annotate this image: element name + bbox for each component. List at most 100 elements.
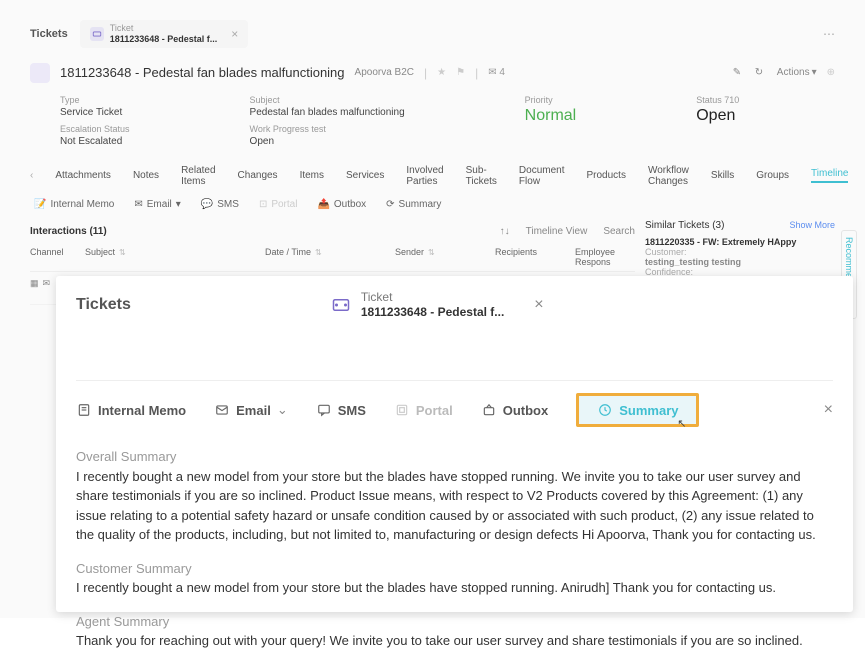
sms-icon bbox=[316, 402, 332, 418]
tab-items[interactable]: Items bbox=[300, 170, 324, 181]
tab-timeline[interactable]: Timeline bbox=[811, 168, 848, 183]
overlay-tab-label: Ticket bbox=[361, 290, 504, 305]
overlay-tickets-title[interactable]: Tickets bbox=[76, 296, 131, 314]
actions-dropdown[interactable]: Actions▾ bbox=[777, 67, 817, 78]
record-icon bbox=[30, 63, 50, 83]
tab-skills[interactable]: Skills bbox=[711, 170, 734, 181]
type-value: Service Ticket bbox=[60, 107, 130, 118]
priority-value: Normal bbox=[525, 107, 577, 125]
agent-summary-text: Thank you for reaching out with your que… bbox=[76, 631, 833, 651]
row-type-icon: ▦ bbox=[30, 278, 39, 298]
sms-btn-bg[interactable]: 💬 SMS bbox=[197, 197, 243, 212]
cursor-icon: ↖ bbox=[677, 417, 686, 430]
priority-label: Priority bbox=[525, 95, 577, 105]
tab-notes[interactable]: Notes bbox=[133, 170, 159, 181]
col-channel[interactable]: Channel bbox=[30, 247, 85, 267]
col-date[interactable]: Date / Time bbox=[265, 247, 395, 267]
portal-btn-bg[interactable]: ⊡ Portal bbox=[255, 197, 302, 212]
subject-label: Subject bbox=[250, 95, 405, 105]
record-title: 1811233648 - Pedestal fan blades malfunc… bbox=[60, 65, 345, 80]
outbox-icon bbox=[481, 402, 497, 418]
tabs-prev-icon[interactable]: ‹ bbox=[30, 170, 33, 181]
show-more-link[interactable]: Show More bbox=[789, 220, 835, 231]
ticket-icon bbox=[331, 297, 351, 313]
progress-value: Open bbox=[250, 136, 405, 147]
tab-services[interactable]: Services bbox=[346, 170, 384, 181]
memo-btn-bg[interactable]: 📝 Internal Memo bbox=[30, 197, 118, 212]
col-emp[interactable]: Employee Respons bbox=[575, 247, 635, 267]
email-btn-bg[interactable]: ✉ Email ▾ bbox=[130, 197, 184, 212]
close-icon[interactable]: × bbox=[824, 401, 833, 419]
outbox-btn-bg[interactable]: 📤 Outbox bbox=[313, 197, 370, 212]
status-value: Open bbox=[696, 107, 739, 125]
email-button[interactable]: Email ⌄ bbox=[214, 402, 288, 418]
star-icon[interactable]: ★ bbox=[437, 67, 446, 78]
ticket-icon bbox=[90, 27, 104, 41]
internal-memo-button[interactable]: Internal Memo bbox=[76, 402, 186, 418]
col-subject[interactable]: Subject bbox=[85, 247, 265, 267]
workspace-title[interactable]: Tickets bbox=[30, 28, 68, 40]
sort-toggle-icon[interactable]: ↑↓ bbox=[500, 226, 510, 237]
close-icon[interactable]: × bbox=[534, 296, 543, 314]
summary-btn-bg[interactable]: ⟳ Summary bbox=[382, 197, 445, 212]
info-panel: Type Service Ticket Escalation Status No… bbox=[30, 95, 835, 147]
overlay-tab[interactable]: Ticket 1811233648 - Pedestal f... bbox=[331, 290, 504, 320]
message-count: ✉ 4 bbox=[488, 67, 505, 78]
type-label: Type bbox=[60, 95, 130, 105]
table-header: Channel Subject Date / Time Sender Recip… bbox=[30, 243, 635, 272]
outbox-button[interactable]: Outbox bbox=[481, 402, 549, 418]
tab-involved[interactable]: Involved Parties bbox=[406, 165, 443, 187]
expand-icon[interactable]: ⊕ bbox=[827, 67, 835, 78]
summary-overlay: Tickets Ticket 1811233648 - Pedestal f..… bbox=[56, 276, 853, 612]
overall-summary-title: Overall Summary bbox=[76, 447, 833, 467]
interaction-toolbar-bg: 📝 Internal Memo ✉ Email ▾ 💬 SMS ⊡ Portal… bbox=[30, 197, 835, 212]
top-bar: Tickets Ticket 1811233648 - Pedestal f..… bbox=[30, 20, 835, 48]
record-user: Apoorva B2C bbox=[355, 67, 414, 78]
search-btn[interactable]: Search bbox=[603, 226, 635, 237]
tab-attachments[interactable]: Attachments bbox=[55, 170, 111, 181]
tab-type-label: Ticket bbox=[110, 23, 218, 34]
refresh-icon[interactable] bbox=[755, 67, 767, 79]
flag-icon[interactable]: ⚑ bbox=[456, 67, 465, 78]
mail-icon: ✉ bbox=[43, 278, 51, 298]
col-sender[interactable]: Sender bbox=[395, 247, 495, 267]
overlay-header: Tickets Ticket 1811233648 - Pedestal f..… bbox=[76, 290, 833, 320]
tab-related[interactable]: Related Items bbox=[181, 165, 215, 187]
tab-changes[interactable]: Changes bbox=[238, 170, 278, 181]
agent-summary-title: Agent Summary bbox=[76, 612, 833, 632]
portal-button[interactable]: Portal bbox=[394, 402, 453, 418]
tab-title: 1811233648 - Pedestal f... bbox=[110, 34, 218, 45]
status-label: Status 710 bbox=[696, 95, 739, 105]
similar-header: Similar Tickets (3) bbox=[645, 220, 724, 231]
edit-icon[interactable] bbox=[733, 67, 745, 79]
col-recipients[interactable]: Recipients bbox=[495, 247, 575, 267]
section-tabs: ‹ Attachments Notes Related Items Change… bbox=[30, 165, 835, 187]
overlay-tab-title: 1811233648 - Pedestal f... bbox=[361, 305, 504, 320]
document-tab[interactable]: Ticket 1811233648 - Pedestal f... × bbox=[80, 20, 249, 48]
tab-groups[interactable]: Groups bbox=[756, 170, 789, 181]
progress-label: Work Progress test bbox=[250, 124, 405, 134]
mail-icon bbox=[214, 402, 230, 418]
summary-body: Overall Summary I recently bought a new … bbox=[76, 447, 833, 651]
more-icon[interactable]: ⋯ bbox=[823, 27, 835, 41]
subject-value: Pedestal fan blades malfunctioning bbox=[250, 107, 405, 118]
tab-workflow[interactable]: Workflow Changes bbox=[648, 165, 689, 187]
tab-sub[interactable]: Sub-Tickets bbox=[466, 165, 497, 187]
close-icon[interactable]: × bbox=[231, 27, 238, 41]
escalation-value: Not Escalated bbox=[60, 136, 130, 147]
customer-summary-text: I recently bought a new model from your … bbox=[76, 578, 833, 598]
escalation-label: Escalation Status bbox=[60, 124, 130, 134]
record-header: 1811233648 - Pedestal fan blades malfunc… bbox=[30, 63, 835, 83]
customer-summary-title: Customer Summary bbox=[76, 559, 833, 579]
chevron-down-icon[interactable]: ⌄ bbox=[277, 402, 288, 418]
summary-icon bbox=[597, 402, 613, 418]
overlay-toolbar: Internal Memo Email ⌄ SMS Portal Outbox … bbox=[76, 380, 833, 427]
memo-icon bbox=[76, 402, 92, 418]
sms-button[interactable]: SMS bbox=[316, 402, 366, 418]
timeline-view-btn[interactable]: Timeline View bbox=[526, 226, 588, 237]
overall-summary-text: I recently bought a new model from your … bbox=[76, 467, 833, 545]
interactions-title: Interactions (11) bbox=[30, 226, 107, 237]
summary-button[interactable]: Summary ↖ bbox=[576, 393, 699, 427]
tab-products[interactable]: Products bbox=[587, 170, 626, 181]
tab-docflow[interactable]: Document Flow bbox=[519, 165, 565, 187]
